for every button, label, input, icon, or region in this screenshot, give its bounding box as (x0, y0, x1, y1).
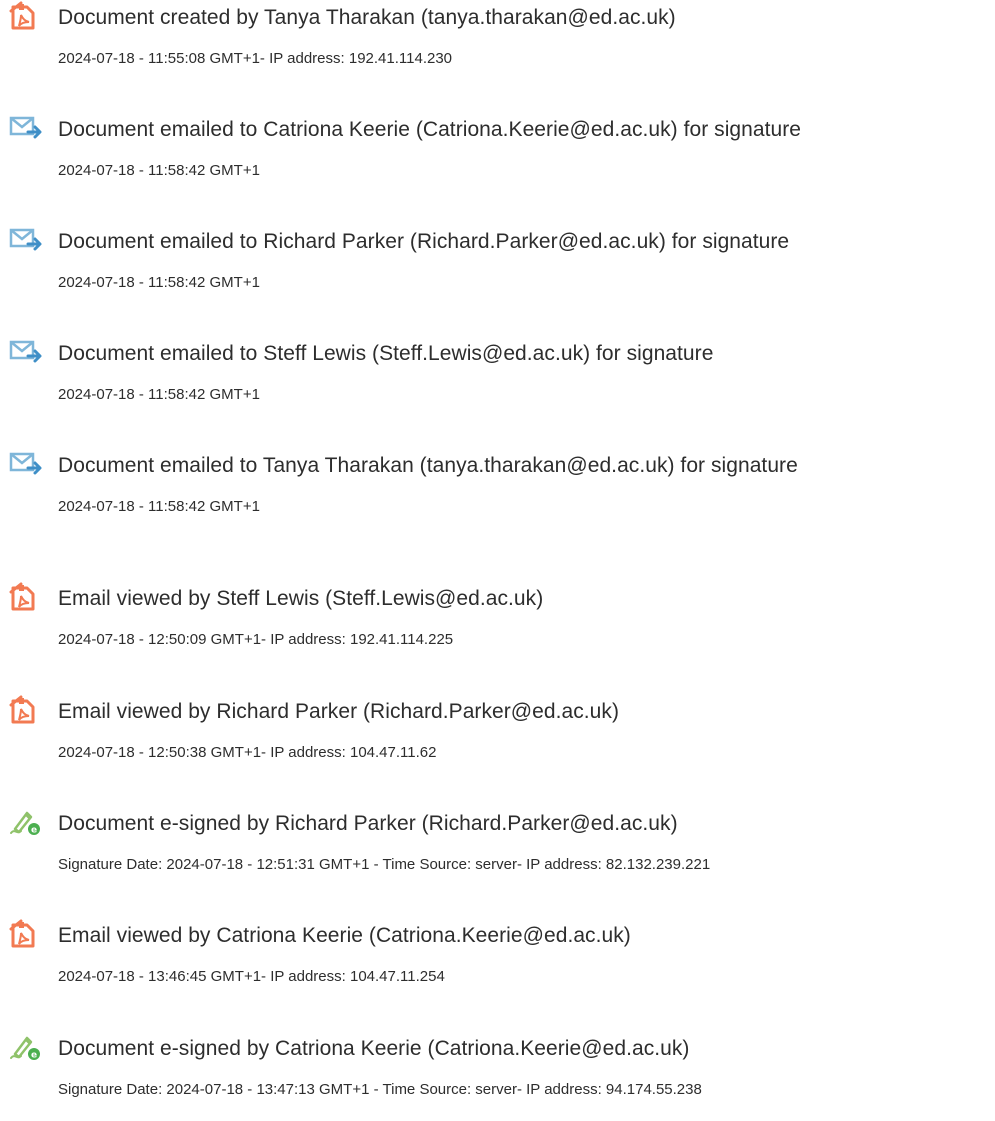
event-title: Document e-signed by Richard Parker (Ric… (58, 812, 678, 835)
email-sent-icon (9, 113, 45, 143)
event-timestamp: 2024-07-18 - 11:58:42 GMT+1 (58, 274, 260, 291)
event-title: Document emailed to Steff Lewis (Steff.L… (58, 342, 714, 365)
audit-event: Document emailed to Tanya Tharakan (tany… (0, 448, 995, 538)
event-timestamp: 2024-07-18 - 11:58:42 GMT+1 (58, 386, 260, 403)
pdf-document-icon (9, 695, 45, 725)
event-timestamp: 2024-07-18 - 13:46:45 GMT+1- IP address:… (58, 968, 445, 985)
pdf-document-icon (9, 1, 45, 31)
email-sent-icon (9, 337, 45, 367)
esign-pen-icon: e (9, 807, 45, 837)
audit-event: e Document e-signed by Richard Parker (R… (0, 806, 995, 896)
event-title: Email viewed by Richard Parker (Richard.… (58, 700, 619, 723)
event-title: Document emailed to Richard Parker (Rich… (58, 230, 790, 253)
event-title: Document created by Tanya Tharakan (tany… (58, 6, 676, 29)
event-timestamp: 2024-07-18 - 11:58:42 GMT+1 (58, 498, 260, 515)
event-timestamp: 2024-07-18 - 11:55:08 GMT+1- IP address:… (58, 50, 453, 67)
audit-event: e Document e-signed by Catriona Keerie (… (0, 1031, 995, 1121)
event-title: Document emailed to Tanya Tharakan (tany… (58, 454, 798, 477)
audit-event: Document emailed to Catriona Keerie (Cat… (0, 112, 995, 202)
svg-text:e: e (31, 826, 37, 836)
event-title: Document e-signed by Catriona Keerie (Ca… (58, 1037, 690, 1060)
event-timestamp: Signature Date: 2024-07-18 - 12:51:31 GM… (58, 856, 711, 873)
event-timestamp: 2024-07-18 - 12:50:38 GMT+1- IP address:… (58, 744, 437, 761)
esign-pen-icon: e (9, 1032, 45, 1062)
event-timestamp: 2024-07-18 - 11:58:42 GMT+1 (58, 162, 260, 179)
audit-event: Email viewed by Catriona Keerie (Catrion… (0, 918, 995, 1008)
audit-event: Document emailed to Richard Parker (Rich… (0, 224, 995, 314)
audit-event: Email viewed by Steff Lewis (Steff.Lewis… (0, 581, 995, 671)
event-title: Email viewed by Steff Lewis (Steff.Lewis… (58, 587, 544, 610)
email-sent-icon (9, 225, 45, 255)
email-sent-icon (9, 449, 45, 479)
pdf-document-icon (9, 582, 45, 612)
pdf-document-icon (9, 919, 45, 949)
audit-event: Document emailed to Steff Lewis (Steff.L… (0, 336, 995, 426)
event-title: Document emailed to Catriona Keerie (Cat… (58, 118, 801, 141)
audit-event: Document created by Tanya Tharakan (tany… (0, 0, 995, 90)
audit-event: Email viewed by Richard Parker (Richard.… (0, 694, 995, 784)
event-timestamp: 2024-07-18 - 12:50:09 GMT+1- IP address:… (58, 631, 454, 648)
svg-text:e: e (31, 1051, 37, 1061)
event-title: Email viewed by Catriona Keerie (Catrion… (58, 924, 631, 947)
event-timestamp: Signature Date: 2024-07-18 - 13:47:13 GM… (58, 1081, 702, 1098)
